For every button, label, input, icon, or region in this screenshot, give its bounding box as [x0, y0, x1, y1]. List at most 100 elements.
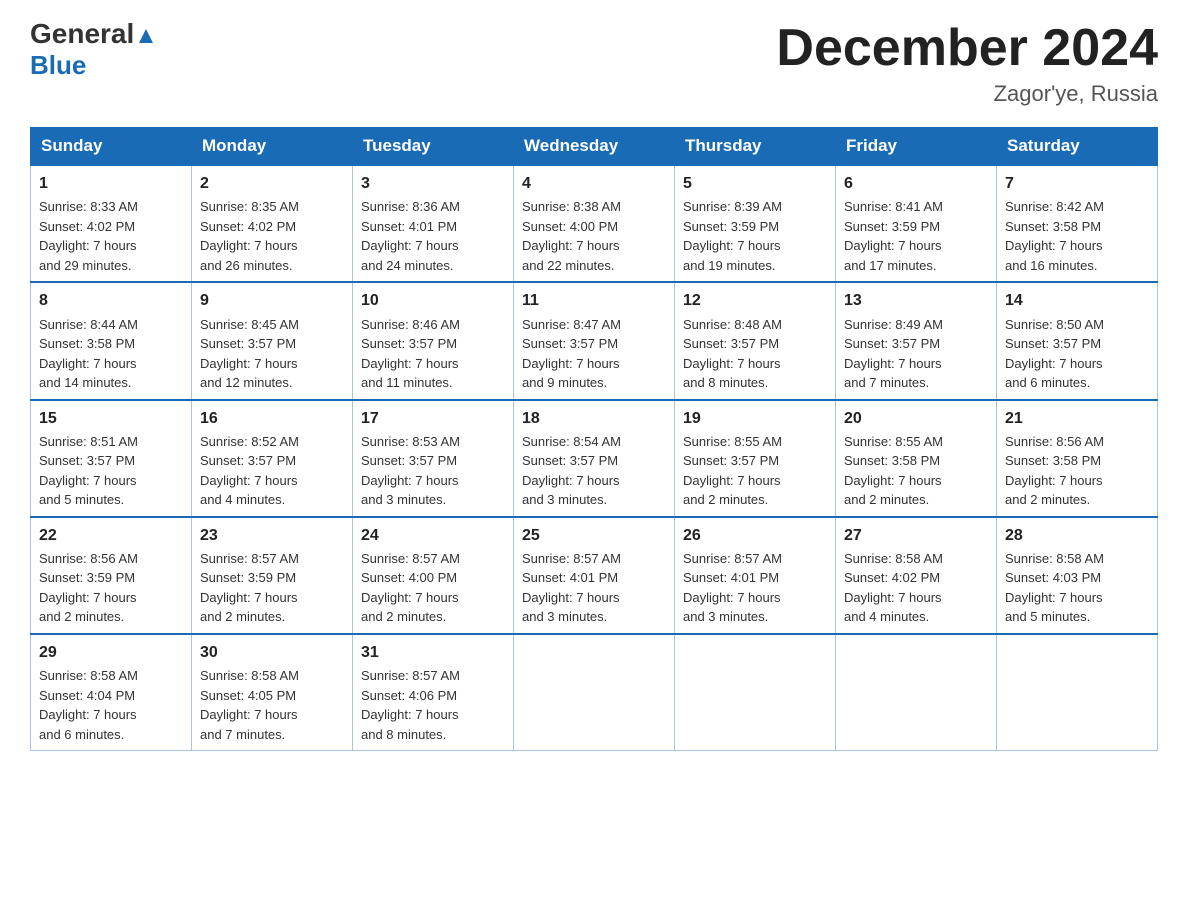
day-number: 17	[361, 407, 505, 430]
calendar-cell: 18Sunrise: 8:54 AMSunset: 3:57 PMDayligh…	[514, 400, 675, 517]
day-header-thursday: Thursday	[675, 128, 836, 166]
calendar-cell: 22Sunrise: 8:56 AMSunset: 3:59 PMDayligh…	[31, 517, 192, 634]
calendar-cell: 19Sunrise: 8:55 AMSunset: 3:57 PMDayligh…	[675, 400, 836, 517]
day-number: 30	[200, 641, 344, 664]
calendar-week-row: 22Sunrise: 8:56 AMSunset: 3:59 PMDayligh…	[31, 517, 1158, 634]
day-info: Sunrise: 8:53 AMSunset: 3:57 PMDaylight:…	[361, 432, 505, 510]
day-info: Sunrise: 8:35 AMSunset: 4:02 PMDaylight:…	[200, 197, 344, 275]
day-info: Sunrise: 8:47 AMSunset: 3:57 PMDaylight:…	[522, 315, 666, 393]
calendar-cell: 28Sunrise: 8:58 AMSunset: 4:03 PMDayligh…	[997, 517, 1158, 634]
day-number: 7	[1005, 172, 1149, 195]
day-number: 25	[522, 524, 666, 547]
day-number: 20	[844, 407, 988, 430]
calendar-cell: 3Sunrise: 8:36 AMSunset: 4:01 PMDaylight…	[353, 165, 514, 282]
day-info: Sunrise: 8:58 AMSunset: 4:02 PMDaylight:…	[844, 549, 988, 627]
day-header-friday: Friday	[836, 128, 997, 166]
day-info: Sunrise: 8:56 AMSunset: 3:58 PMDaylight:…	[1005, 432, 1149, 510]
day-info: Sunrise: 8:57 AMSunset: 4:01 PMDaylight:…	[683, 549, 827, 627]
day-info: Sunrise: 8:58 AMSunset: 4:03 PMDaylight:…	[1005, 549, 1149, 627]
calendar-cell: 20Sunrise: 8:55 AMSunset: 3:58 PMDayligh…	[836, 400, 997, 517]
calendar-cell: 10 Sunrise: 8:46 AMSunset: 3:57 PMDayligh…	[353, 282, 514, 399]
day-header-saturday: Saturday	[997, 128, 1158, 166]
logo-blue-text: Blue	[30, 52, 86, 78]
day-number: 27	[844, 524, 988, 547]
day-info: Sunrise: 8:55 AMSunset: 3:58 PMDaylight:…	[844, 432, 988, 510]
day-info: Sunrise: 8:49 AMSunset: 3:57 PMDaylight:…	[844, 315, 988, 393]
day-info: Sunrise: 8:42 AMSunset: 3:58 PMDaylight:…	[1005, 197, 1149, 275]
calendar-cell: 12Sunrise: 8:48 AMSunset: 3:57 PMDayligh…	[675, 282, 836, 399]
day-info: Sunrise: 8:44 AMSunset: 3:58 PMDaylight:…	[39, 315, 183, 393]
month-title: December 2024	[776, 20, 1158, 77]
day-number: 9	[200, 289, 344, 312]
calendar-week-row: 15Sunrise: 8:51 AMSunset: 3:57 PMDayligh…	[31, 400, 1158, 517]
calendar-cell: 24Sunrise: 8:57 AMSunset: 4:00 PMDayligh…	[353, 517, 514, 634]
day-number: 10	[361, 289, 505, 312]
calendar-cell: 31Sunrise: 8:57 AMSunset: 4:06 PMDayligh…	[353, 634, 514, 751]
day-number: 16	[200, 407, 344, 430]
calendar-cell: 13 Sunrise: 8:49 AMSunset: 3:57 PMDayligh…	[836, 282, 997, 399]
calendar-cell: 15Sunrise: 8:51 AMSunset: 3:57 PMDayligh…	[31, 400, 192, 517]
day-number: 2	[200, 172, 344, 195]
day-info: Sunrise: 8:33 AMSunset: 4:02 PMDaylight:…	[39, 197, 183, 275]
day-info: Sunrise: 8:58 AMSunset: 4:05 PMDaylight:…	[200, 666, 344, 744]
day-number: 4	[522, 172, 666, 195]
calendar-cell: 6Sunrise: 8:41 AMSunset: 3:59 PMDaylight…	[836, 165, 997, 282]
day-number: 29	[39, 641, 183, 664]
calendar-header-row: SundayMondayTuesdayWednesdayThursdayFrid…	[31, 128, 1158, 166]
calendar-cell: 30Sunrise: 8:58 AMSunset: 4:05 PMDayligh…	[192, 634, 353, 751]
day-info: Sunrise: 8:54 AMSunset: 3:57 PMDaylight:…	[522, 432, 666, 510]
calendar-cell: 17Sunrise: 8:53 AMSunset: 3:57 PMDayligh…	[353, 400, 514, 517]
day-info: Sunrise: 8:52 AMSunset: 3:57 PMDaylight:…	[200, 432, 344, 510]
calendar-cell: 2Sunrise: 8:35 AMSunset: 4:02 PMDaylight…	[192, 165, 353, 282]
day-info: Sunrise: 8:39 AMSunset: 3:59 PMDaylight:…	[683, 197, 827, 275]
day-info: Sunrise: 8:55 AMSunset: 3:57 PMDaylight:…	[683, 432, 827, 510]
calendar-week-row: 1Sunrise: 8:33 AMSunset: 4:02 PMDaylight…	[31, 165, 1158, 282]
day-info: Sunrise: 8:45 AMSunset: 3:57 PMDaylight:…	[200, 315, 344, 393]
page-header: General Blue December 2024 Zagor'ye, Rus…	[30, 20, 1158, 107]
day-number: 31	[361, 641, 505, 664]
day-number: 19	[683, 407, 827, 430]
day-header-tuesday: Tuesday	[353, 128, 514, 166]
logo-triangle-icon	[137, 22, 155, 50]
calendar-week-row: 8 Sunrise: 8:44 AMSunset: 3:58 PMDaylight…	[31, 282, 1158, 399]
day-info: Sunrise: 8:48 AMSunset: 3:57 PMDaylight:…	[683, 315, 827, 393]
day-header-wednesday: Wednesday	[514, 128, 675, 166]
day-info: Sunrise: 8:57 AMSunset: 4:01 PMDaylight:…	[522, 549, 666, 627]
day-info: Sunrise: 8:51 AMSunset: 3:57 PMDaylight:…	[39, 432, 183, 510]
day-number: 26	[683, 524, 827, 547]
calendar-cell: 23Sunrise: 8:57 AMSunset: 3:59 PMDayligh…	[192, 517, 353, 634]
day-number: 21	[1005, 407, 1149, 430]
day-info: Sunrise: 8:57 AMSunset: 4:00 PMDaylight:…	[361, 549, 505, 627]
calendar-cell	[836, 634, 997, 751]
day-number: 23	[200, 524, 344, 547]
day-info: Sunrise: 8:38 AMSunset: 4:00 PMDaylight:…	[522, 197, 666, 275]
day-info: Sunrise: 8:41 AMSunset: 3:59 PMDaylight:…	[844, 197, 988, 275]
day-number: 6	[844, 172, 988, 195]
logo-general-text: General	[30, 20, 155, 50]
calendar-cell	[514, 634, 675, 751]
day-number: 18	[522, 407, 666, 430]
calendar-cell: 27Sunrise: 8:58 AMSunset: 4:02 PMDayligh…	[836, 517, 997, 634]
day-header-monday: Monday	[192, 128, 353, 166]
day-info: Sunrise: 8:50 AMSunset: 3:57 PMDaylight:…	[1005, 315, 1149, 393]
calendar-cell: 8 Sunrise: 8:44 AMSunset: 3:58 PMDaylight…	[31, 282, 192, 399]
day-header-sunday: Sunday	[31, 128, 192, 166]
calendar-cell: 5Sunrise: 8:39 AMSunset: 3:59 PMDaylight…	[675, 165, 836, 282]
day-number: 28	[1005, 524, 1149, 547]
calendar-cell: 16Sunrise: 8:52 AMSunset: 3:57 PMDayligh…	[192, 400, 353, 517]
day-number: 24	[361, 524, 505, 547]
day-number: 3	[361, 172, 505, 195]
day-info: Sunrise: 8:36 AMSunset: 4:01 PMDaylight:…	[361, 197, 505, 275]
day-info: Sunrise: 8:58 AMSunset: 4:04 PMDaylight:…	[39, 666, 183, 744]
calendar-week-row: 29Sunrise: 8:58 AMSunset: 4:04 PMDayligh…	[31, 634, 1158, 751]
day-number: 13	[844, 289, 988, 312]
day-number: 5	[683, 172, 827, 195]
day-number: 11	[522, 289, 666, 312]
day-number: 8	[39, 289, 183, 312]
day-number: 1	[39, 172, 183, 195]
location: Zagor'ye, Russia	[776, 81, 1158, 107]
calendar-cell: 1Sunrise: 8:33 AMSunset: 4:02 PMDaylight…	[31, 165, 192, 282]
calendar-cell: 14Sunrise: 8:50 AMSunset: 3:57 PMDayligh…	[997, 282, 1158, 399]
day-info: Sunrise: 8:46 AMSunset: 3:57 PMDaylight:…	[361, 315, 505, 393]
calendar-cell: 7Sunrise: 8:42 AMSunset: 3:58 PMDaylight…	[997, 165, 1158, 282]
